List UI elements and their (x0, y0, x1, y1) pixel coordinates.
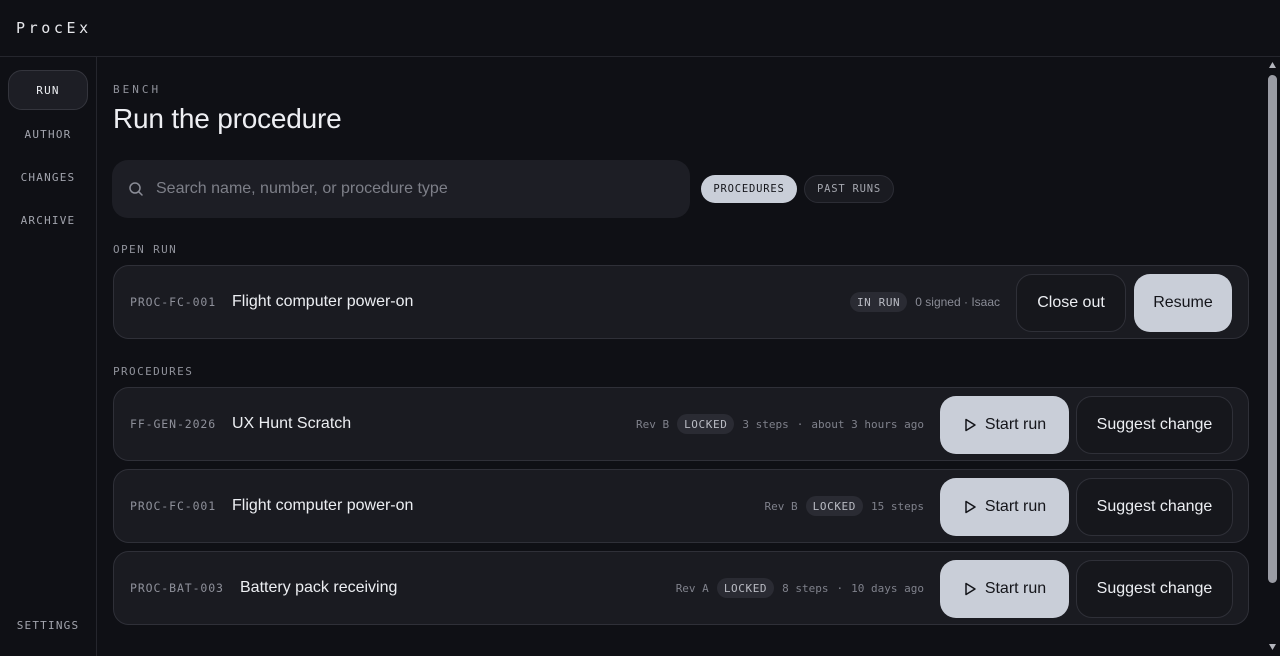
step-count: 3 steps (742, 417, 789, 431)
button-label: Suggest change (1096, 416, 1213, 433)
open-run-card: PROC-FC-001 Flight computer power-on IN … (113, 265, 1249, 339)
button-label: Start run (984, 498, 1047, 515)
play-icon (965, 500, 976, 514)
filter-label: PAST RUNS (816, 183, 882, 195)
procedure-code: FF-GEN-2026 (130, 417, 217, 431)
procedure-code: PROC-BAT-003 (130, 581, 224, 595)
procedure-meta: Rev A LOCKED 8 steps · 10 days ago (676, 552, 924, 624)
play-icon (965, 582, 976, 596)
scrollbar[interactable] (1265, 57, 1280, 656)
button-label: Start run (984, 580, 1047, 597)
start-run-button[interactable]: Start run (940, 396, 1069, 454)
start-run-button[interactable]: Start run (940, 560, 1069, 618)
play-icon (965, 418, 976, 432)
button-label: Suggest change (1096, 498, 1213, 515)
last-updated: 10 days ago (851, 581, 924, 595)
search-bar[interactable] (112, 160, 690, 218)
sidebar-item-archive[interactable]: ARCHIVE (8, 200, 88, 240)
button-label: Close out (1037, 294, 1105, 311)
page-title: Run the procedure (113, 103, 342, 134)
procedure-card: FF-GEN-2026 UX Hunt Scratch Rev B LOCKED… (113, 387, 1249, 461)
revision: Rev A (675, 581, 709, 595)
procedure-name[interactable]: UX Hunt Scratch (232, 415, 351, 433)
start-run-button[interactable]: Start run (940, 478, 1069, 536)
filter-past-runs[interactable]: PAST RUNS (804, 175, 894, 203)
sidebar-item-label: RUN (36, 83, 60, 97)
lock-badge: LOCKED (677, 414, 735, 434)
procedure-code: PROC-FC-001 (130, 499, 217, 513)
procedure-code: PROC-FC-001 (130, 295, 217, 309)
procedure-name[interactable]: Flight computer power-on (232, 497, 413, 515)
revision: Rev B (635, 417, 670, 431)
sidebar-item-run[interactable]: RUN (8, 70, 88, 110)
sidebar: RUN AUTHOR CHANGES ARCHIVE SETTINGS (0, 57, 97, 656)
scroll-down-arrow-icon[interactable] (1268, 643, 1277, 651)
suggest-change-button[interactable]: Suggest change (1076, 396, 1233, 454)
sidebar-item-label: AUTHOR (24, 127, 72, 141)
search-icon (129, 182, 143, 196)
button-label: Start run (984, 416, 1047, 433)
run-meta: IN RUN 0 signed · Isaac (849, 266, 1000, 338)
lock-badge: LOCKED (716, 578, 775, 598)
page-eyebrow: BENCH (113, 83, 162, 96)
procedure-meta: Rev B LOCKED 3 steps · about 3 hours ago (636, 388, 924, 460)
filter-label: PROCEDURES (713, 183, 785, 195)
suggest-change-button[interactable]: Suggest change (1076, 560, 1233, 618)
sidebar-item-label: CHANGES (20, 170, 76, 184)
button-label: Resume (1153, 294, 1213, 311)
top-bar: ProcEx (0, 0, 1280, 57)
main-content: BENCH Run the procedure PROCEDURES PAST … (97, 57, 1265, 656)
status-badge: IN RUN (849, 292, 908, 312)
signed-by: 0 signed · Isaac (915, 295, 1000, 309)
sidebar-item-settings[interactable]: SETTINGS (8, 605, 88, 645)
revision: Rev B (764, 499, 798, 513)
step-count: 8 steps (782, 581, 829, 595)
app-brand[interactable]: ProcEx (16, 19, 92, 37)
procedure-name[interactable]: Flight computer power-on (232, 293, 413, 311)
suggest-change-button[interactable]: Suggest change (1076, 478, 1233, 536)
last-updated: about 3 hours ago (811, 417, 924, 431)
procedure-meta: Rev B LOCKED 15 steps (765, 470, 924, 542)
lock-badge: LOCKED (805, 496, 864, 516)
sidebar-item-label: SETTINGS (16, 618, 80, 632)
scroll-up-arrow-icon[interactable] (1268, 61, 1277, 69)
button-label: Suggest change (1096, 580, 1213, 597)
scrollbar-thumb[interactable] (1268, 75, 1277, 583)
section-label-procedures: PROCEDURES (113, 365, 194, 378)
close-out-button[interactable]: Close out (1016, 274, 1126, 332)
search-input[interactable] (156, 160, 676, 218)
meta-separator: · (836, 581, 844, 595)
section-label-open-run: OPEN RUN (113, 243, 178, 256)
sidebar-item-changes[interactable]: CHANGES (8, 157, 88, 197)
procedure-name[interactable]: Battery pack receiving (240, 579, 397, 597)
step-count: 15 steps (871, 499, 924, 513)
filter-procedures[interactable]: PROCEDURES (701, 175, 797, 203)
procedure-card: PROC-FC-001 Flight computer power-on Rev… (113, 469, 1249, 543)
resume-button[interactable]: Resume (1134, 274, 1232, 332)
sidebar-item-author[interactable]: AUTHOR (8, 114, 88, 154)
meta-separator: · (796, 417, 804, 431)
procedure-card: PROC-BAT-003 Battery pack receiving Rev … (113, 551, 1249, 625)
sidebar-item-label: ARCHIVE (20, 213, 76, 227)
